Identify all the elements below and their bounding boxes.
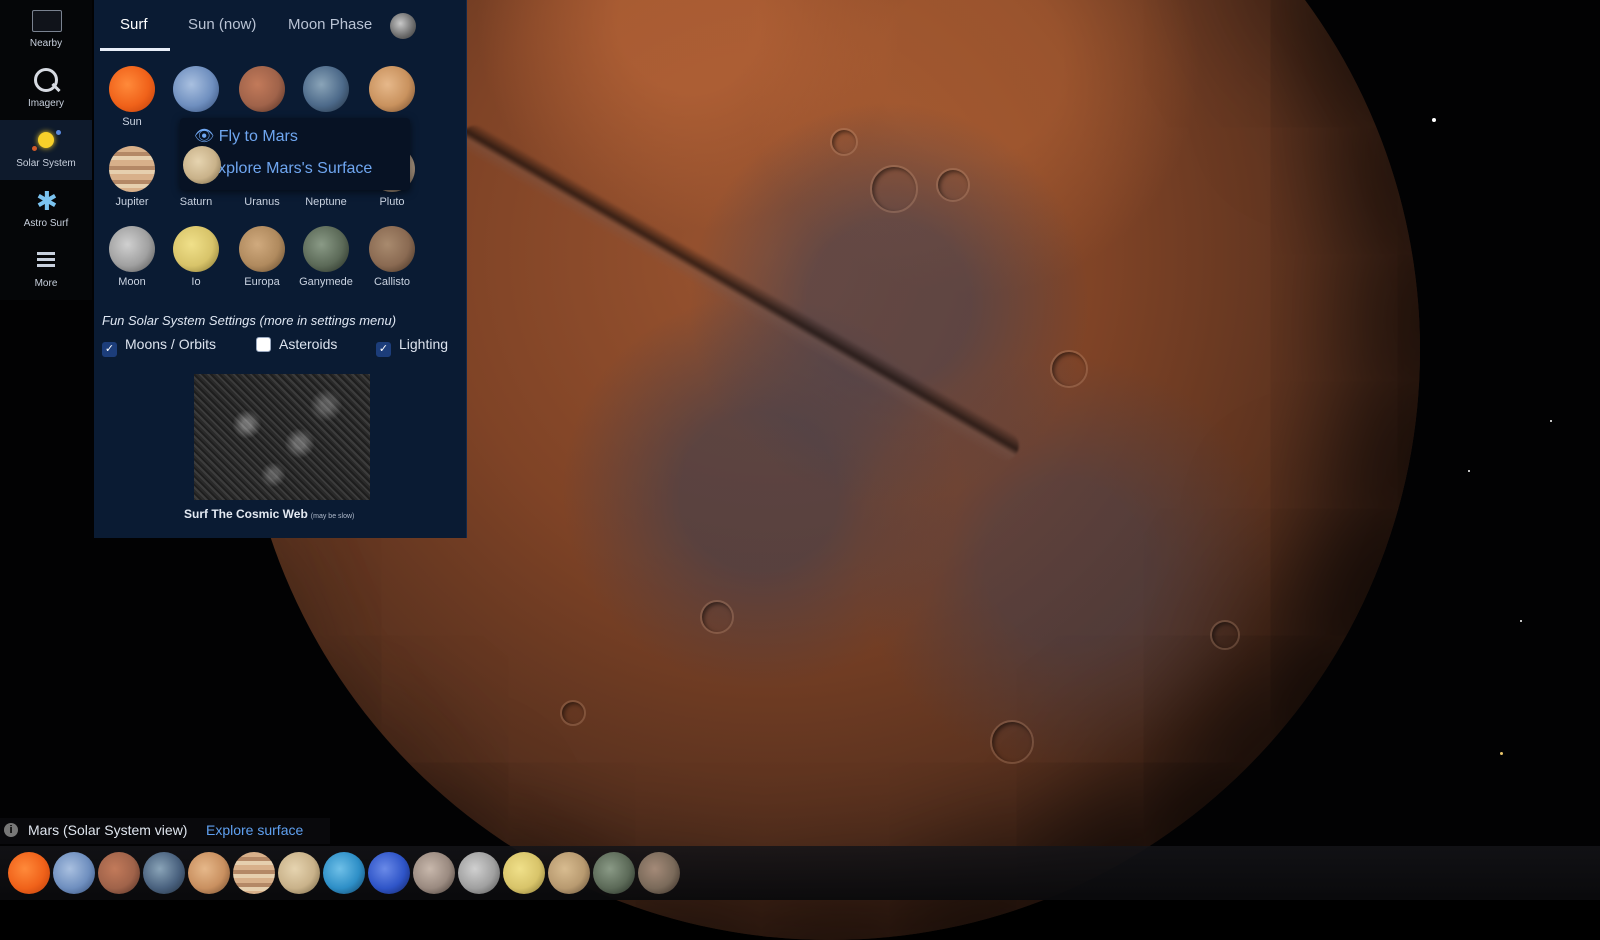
crater [1210,620,1240,650]
status-bar: i Mars (Solar System view) Explore surfa… [0,818,330,844]
explore-surface-link[interactable]: Explore surface [206,822,303,838]
callisto-chip[interactable] [638,852,680,894]
fly-to-mars-item[interactable]: 👁 Fly to Mars [194,126,298,146]
star [1500,752,1503,755]
jupiter-icon [109,146,155,192]
body-planet-4[interactable] [296,66,356,112]
europa-chip[interactable] [548,852,590,894]
sun-icon [109,66,155,112]
checkbox-unchecked[interactable] [256,337,271,352]
jupiter-chip[interactable] [233,852,275,894]
cosmic-web-thumbnail[interactable] [194,374,370,500]
display-icon [30,6,62,36]
planet-strip [0,846,1600,900]
body-io[interactable]: Io [166,226,226,288]
saturn-ball [183,146,221,184]
saturn-chip[interactable] [278,852,320,894]
callisto-icon [369,226,415,272]
tab-sun-now[interactable]: Sun (now) [188,16,256,33]
lighting-checkbox[interactable]: ✓ Lighting [376,336,448,357]
europa-icon [239,226,285,272]
status-text: Mars (Solar System view) [28,822,188,838]
mars-icon [239,66,285,112]
star [1468,470,1470,472]
astronaut-icon: ✱ [36,186,58,216]
ganymede-chip[interactable] [593,852,635,894]
info-icon[interactable]: i [4,823,18,837]
earth-chip[interactable] [143,852,185,894]
body-moon[interactable]: Moon [102,226,162,288]
cosmic-web-label[interactable]: Surf The Cosmic Web (may be slow) [184,507,354,521]
solar-system-panel: Surf Sun (now) Moon Phase Sun Jupiter Sa… [94,0,467,538]
body-planet-5[interactable] [362,66,422,112]
asteroids-checkbox[interactable]: Asteroids [256,336,337,352]
venus-chip[interactable] [98,852,140,894]
body-earth[interactable] [166,66,226,112]
crater [830,128,858,156]
mars-chip[interactable] [188,852,230,894]
crater [870,165,918,213]
crater [560,700,586,726]
pluto-chip[interactable] [413,852,455,894]
rail-more[interactable]: More [0,240,92,300]
left-rail: Nearby Imagery Solar System ✱ Astro Surf… [0,0,92,300]
sun-chip[interactable] [8,852,50,894]
body-callisto[interactable]: Callisto [362,226,422,288]
rail-astro-surf[interactable]: ✱ Astro Surf [0,180,92,240]
body-mars[interactable] [232,66,292,112]
planet-icon [369,66,415,112]
settings-title: Fun Solar System Settings (more in setti… [102,313,397,328]
checkbox-checked[interactable]: ✓ [102,342,117,357]
body-europa[interactable]: Europa [232,226,292,288]
menu-icon [30,246,62,276]
rail-nearby[interactable]: Nearby [0,0,92,60]
crater [990,720,1034,764]
star [1550,420,1552,422]
crater [700,600,734,634]
io-icon [173,226,219,272]
io-chip[interactable] [503,852,545,894]
active-tab-indicator [100,48,170,51]
body-sun[interactable]: Sun [102,66,162,128]
body-ganymede[interactable]: Ganymede [296,226,356,288]
rail-solar-system[interactable]: Solar System [0,120,92,180]
mercury-chip[interactable] [53,852,95,894]
body-jupiter[interactable]: Jupiter [102,146,162,208]
moons-orbits-checkbox[interactable]: ✓ Moons / Orbits [102,336,216,357]
checkbox-checked[interactable]: ✓ [376,342,391,357]
uranus-chip[interactable] [323,852,365,894]
tab-surf[interactable]: Surf [120,16,148,33]
ganymede-icon [303,226,349,272]
moon-icon [109,226,155,272]
sun-system-icon [30,126,62,156]
moon-chip[interactable] [458,852,500,894]
magnifier-icon [30,66,62,96]
star [1520,620,1522,622]
planet-icon [303,66,349,112]
star [1432,118,1436,122]
crater [1050,350,1088,388]
eye-icon: 👁 [194,128,215,145]
tab-moon-phase[interactable]: Moon Phase [288,16,372,33]
neptune-chip[interactable] [368,852,410,894]
crater [936,168,970,202]
earth-icon [173,66,219,112]
rail-imagery[interactable]: Imagery [0,60,92,120]
panel-tabs: Surf Sun (now) Moon Phase [94,0,466,54]
moon-phase-icon[interactable] [390,13,416,39]
